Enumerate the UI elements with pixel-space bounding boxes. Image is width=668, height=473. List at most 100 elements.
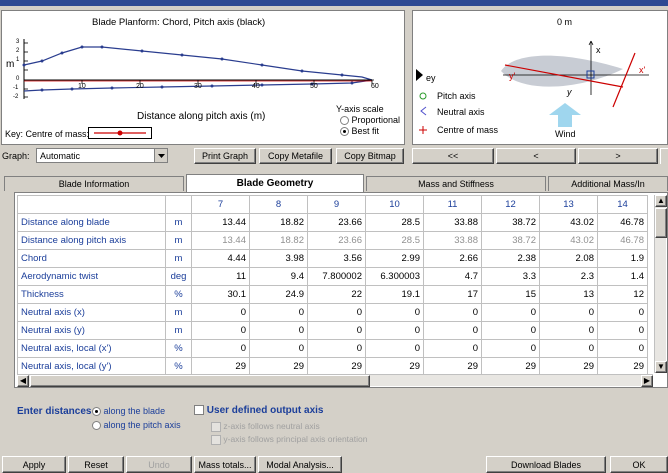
table-cell[interactable]: 13.44 [191,213,250,232]
table-cell[interactable]: 4.7 [423,267,482,286]
print-graph-button[interactable]: Print Graph [194,148,256,164]
table-cell[interactable]: 0 [191,321,250,340]
table-cell[interactable]: 0 [191,339,250,358]
y-axis-checkbox[interactable]: y-axis follows principal axis orientatio… [211,434,367,445]
table-cell[interactable]: 11 [191,267,250,286]
column-header[interactable]: 12 [481,195,540,214]
table-cell[interactable]: 29 [365,357,424,376]
table-cell[interactable]: 0 [365,303,424,322]
yscale-bestfit-radio[interactable]: Best fit [340,126,379,137]
table-cell[interactable]: 0 [481,321,540,340]
table-cell[interactable]: 7.800002 [307,267,366,286]
table-cell[interactable]: 0 [307,321,366,340]
graph-select[interactable]: Automatic [36,148,168,163]
table-cell[interactable]: 13 [539,285,598,304]
column-header[interactable]: 13 [539,195,598,214]
scroll-right-button[interactable]: ▶ [641,375,653,387]
table-cell[interactable]: 12 [597,285,648,304]
tab-blade-geometry[interactable]: Blade Geometry [186,174,364,192]
scroll-thumb[interactable] [655,208,667,238]
column-header[interactable]: 9 [307,195,366,214]
table-cell[interactable]: 2.08 [539,249,598,268]
column-header[interactable]: 8 [249,195,308,214]
table-cell[interactable]: 0 [365,321,424,340]
tab-mass-and-stiffness[interactable]: Mass and Stiffness [366,176,546,191]
table-cell[interactable]: 30.1 [191,285,250,304]
table-cell[interactable]: 9.4 [249,267,308,286]
scroll-up-button[interactable]: ▲ [655,195,667,207]
nav-next-button[interactable]: > [578,148,658,164]
z-axis-checkbox[interactable]: z-axis follows neutral axis [211,421,320,432]
table-cell[interactable]: 2.66 [423,249,482,268]
download-blades-button[interactable]: Download Blades [486,456,606,473]
table-cell[interactable]: 3.56 [307,249,366,268]
horizontal-scrollbar[interactable]: ◀ ▶ [17,374,653,387]
table-cell[interactable]: 28.5 [365,213,424,232]
along-pitch-radio[interactable]: along the pitch axis [92,420,181,431]
table-cell[interactable]: 0 [307,303,366,322]
table-cell[interactable]: 15 [481,285,540,304]
scroll-h-thumb[interactable] [30,375,370,387]
table-cell[interactable]: 0 [191,303,250,322]
nav-extra-button[interactable] [660,148,668,164]
modal-analysis-button[interactable]: Modal Analysis... [258,456,342,473]
undo-button[interactable]: Undo [126,456,192,473]
table-cell[interactable]: 0 [539,321,598,340]
table-cell[interactable]: 0 [423,339,482,358]
table-cell[interactable]: 29 [249,357,308,376]
table-cell[interactable]: 0 [539,303,598,322]
table-cell[interactable]: 43.02 [539,213,598,232]
table-cell[interactable]: 1.9 [597,249,648,268]
table-cell[interactable]: 17 [423,285,482,304]
table-cell[interactable]: 0 [423,321,482,340]
table-cell[interactable]: 0 [249,303,308,322]
table-cell[interactable]: 3.98 [249,249,308,268]
scroll-left-button[interactable]: ◀ [17,375,29,387]
along-blade-radio[interactable]: along the blade [92,406,165,417]
table-cell[interactable]: 0 [365,339,424,358]
table-cell[interactable]: 33.88 [423,213,482,232]
table-cell[interactable]: 22 [307,285,366,304]
table-cell[interactable]: 2.3 [539,267,598,286]
table-cell[interactable]: 0 [423,303,482,322]
apply-button[interactable]: Apply [2,456,66,473]
table-cell[interactable]: 0 [597,339,648,358]
nav-prev-button[interactable]: < [496,148,576,164]
ok-button[interactable]: OK [610,456,668,473]
table-cell[interactable]: 0 [539,339,598,358]
reset-button[interactable]: Reset [68,456,124,473]
scroll-down-button[interactable]: ▼ [655,361,667,373]
user-defined-checkbox[interactable]: User defined output axis [194,405,323,416]
table-cell[interactable]: 0 [597,303,648,322]
table-cell[interactable]: 4.44 [191,249,250,268]
table-cell[interactable]: 0 [307,339,366,358]
table-cell[interactable]: 3.3 [481,267,540,286]
table-cell[interactable]: 29 [423,357,482,376]
table-cell[interactable]: 0 [481,339,540,358]
nav-first-button[interactable]: << [412,148,494,164]
table-cell[interactable]: 0 [597,321,648,340]
column-header[interactable]: 7 [191,195,250,214]
table-cell[interactable]: 29 [481,357,540,376]
tab-blade-information[interactable]: Blade Information [4,176,184,191]
yscale-proportional-radio[interactable]: Proportional [340,115,400,126]
table-cell[interactable]: 46.78 [597,213,648,232]
column-header[interactable]: 14 [597,195,648,214]
table-cell[interactable]: 2.99 [365,249,424,268]
table-cell[interactable]: 1.4 [597,267,648,286]
table-cell[interactable]: 38.72 [481,213,540,232]
copy-metafile-button[interactable]: Copy Metafile [259,148,332,164]
table-cell[interactable]: 29 [307,357,366,376]
column-header[interactable]: 10 [365,195,424,214]
table-cell[interactable]: 0 [249,321,308,340]
table-cell[interactable]: 19.1 [365,285,424,304]
table-cell[interactable]: 18.82 [249,213,308,232]
column-header[interactable]: 11 [423,195,482,214]
table-cell[interactable]: 2.38 [481,249,540,268]
dropdown-button[interactable] [154,149,167,162]
copy-bitmap-button[interactable]: Copy Bitmap [336,148,404,164]
table-cell[interactable]: 29 [191,357,250,376]
tab-additional-mass[interactable]: Additional Mass/In [548,176,668,191]
table-cell[interactable]: 29 [539,357,598,376]
mass-totals-button[interactable]: Mass totals... [194,456,256,473]
